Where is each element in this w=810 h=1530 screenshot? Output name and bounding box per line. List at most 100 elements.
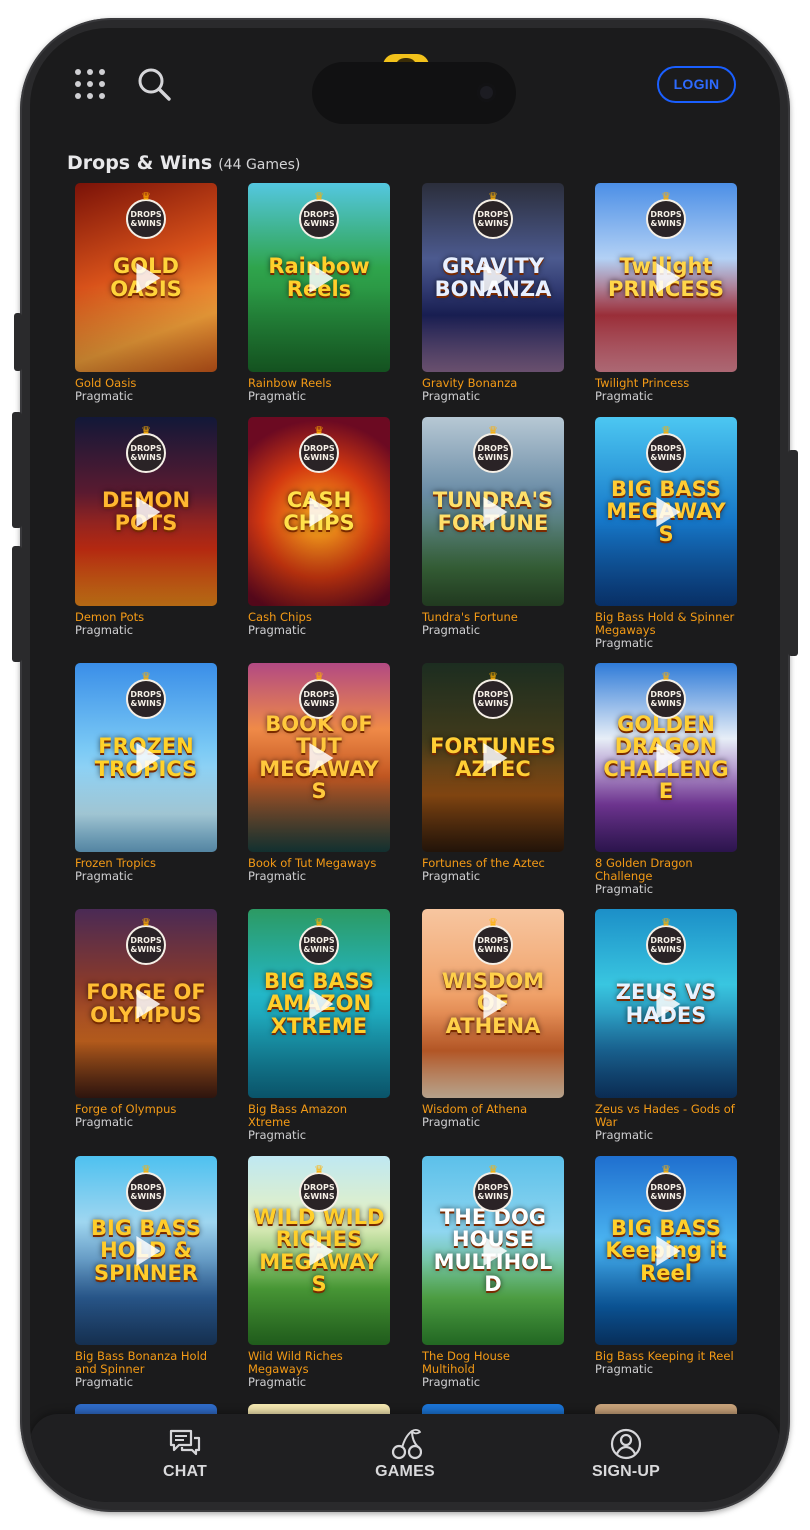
- game-card[interactable]: BOOK OF TUT MEGAWAYSDROPS &WINSBook of T…: [248, 663, 390, 883]
- play-icon[interactable]: [656, 262, 681, 293]
- game-thumbnail[interactable]: GOLDEN DRAGON CHALLENGEDROPS &WINS: [595, 663, 737, 852]
- play-icon[interactable]: [656, 496, 681, 527]
- game-thumbnail[interactable]: THE DOG HOUSE MULTIHOLDDROPS &WINS: [422, 1156, 564, 1345]
- play-icon[interactable]: [136, 1235, 161, 1266]
- bottom-navigation: CHAT GAMES SIGN-UP: [30, 1414, 780, 1502]
- game-provider: Pragmatic: [248, 389, 307, 403]
- game-thumbnail[interactable]: Rainbow ReelsDROPS &WINS: [248, 183, 390, 372]
- game-card[interactable]: THE DOG HOUSE MULTIHOLDDROPS &WINS The Do…: [422, 1156, 564, 1389]
- game-thumbnail[interactable]: GOLD OASISDROPS &WINS: [75, 183, 217, 372]
- game-card[interactable]: BIG BASS MEGAWAYSDROPS &WINS Big Bass Hol…: [595, 417, 737, 650]
- game-provider: Pragmatic: [75, 1115, 134, 1129]
- drops-and-wins-badge-icon: DROPS &WINS: [126, 679, 166, 719]
- game-card[interactable]: Rainbow ReelsDROPS &WINSRainbow ReelsPra…: [248, 183, 390, 403]
- nav-signup-label: SIGN-UP: [591, 1463, 661, 1480]
- game-thumbnail[interactable]: CASH CHIPSDROPS &WINS: [248, 417, 390, 606]
- game-provider: Pragmatic: [248, 869, 307, 883]
- game-provider: Pragmatic: [75, 869, 134, 883]
- game-thumbnail[interactable]: BIG BASS HOLD & SPINNERDROPS &WINS: [75, 1156, 217, 1345]
- play-icon[interactable]: [309, 262, 334, 293]
- game-card[interactable]: ZEUS VS HADESDROPS &WINS Zeus vs Hades - …: [595, 909, 737, 1142]
- game-card[interactable]: BIG BASS AMAZON XTREMEDROPS &WINS Big Bas…: [248, 909, 390, 1142]
- section-game-count: (44 Games): [218, 157, 301, 173]
- grid-menu-icon[interactable]: [74, 68, 106, 100]
- game-card[interactable]: WILD WILD RICHES MEGAWAYSDROPS &WINS Wild…: [248, 1156, 390, 1389]
- game-card[interactable]: FORGE OF OLYMPUSDROPS &WINSForge of Olym…: [75, 909, 217, 1129]
- game-provider: Pragmatic: [422, 389, 481, 403]
- play-icon[interactable]: [136, 742, 161, 773]
- play-icon[interactable]: [136, 496, 161, 527]
- nav-games-label: GAMES: [375, 1463, 435, 1480]
- play-icon[interactable]: [483, 1235, 508, 1266]
- drops-and-wins-badge-icon: DROPS &WINS: [646, 925, 686, 965]
- play-icon[interactable]: [483, 496, 508, 527]
- game-card[interactable]: CASH CHIPSDROPS &WINSCash ChipsPragmatic: [248, 417, 390, 637]
- game-card[interactable]: BIG BASS HOLD & SPINNERDROPS &WINS Big Ba…: [75, 1156, 217, 1389]
- play-icon[interactable]: [136, 262, 161, 293]
- game-provider: Pragmatic: [422, 1375, 481, 1389]
- game-provider: Pragmatic: [422, 869, 481, 883]
- drops-and-wins-badge-icon: DROPS &WINS: [473, 1172, 513, 1212]
- game-name[interactable]: Big Bass Amazon Xtreme: [248, 1103, 390, 1129]
- game-provider: Pragmatic: [595, 389, 654, 403]
- game-thumbnail[interactable]: BIG BASS Keeping it ReelDROPS &WINS: [595, 1156, 737, 1345]
- nav-chat-label: CHAT: [162, 1463, 208, 1480]
- play-icon[interactable]: [483, 742, 508, 773]
- game-thumbnail[interactable]: Twilight PRINCESSDROPS &WINS: [595, 183, 737, 372]
- game-name[interactable]: Big Bass Bonanza Hold and Spinner: [75, 1350, 217, 1376]
- drops-and-wins-badge-icon: DROPS &WINS: [473, 199, 513, 239]
- game-name[interactable]: Wild Wild Riches Megaways: [248, 1350, 390, 1376]
- game-name[interactable]: The Dog House Multihold: [422, 1350, 564, 1376]
- game-provider: Pragmatic: [75, 1375, 134, 1389]
- play-icon[interactable]: [309, 742, 334, 773]
- phone-power-button: [788, 450, 798, 656]
- play-icon[interactable]: [656, 1235, 681, 1266]
- game-thumbnail[interactable]: ZEUS VS HADESDROPS &WINS: [595, 909, 737, 1098]
- game-provider: Pragmatic: [422, 1115, 481, 1129]
- game-card[interactable]: TUNDRA'S FORTUNEDROPS &WINSTundra's Fort…: [422, 417, 564, 637]
- game-name[interactable]: Zeus vs Hades - Gods of War: [595, 1103, 737, 1129]
- play-icon[interactable]: [656, 988, 681, 1019]
- game-provider: Pragmatic: [595, 636, 654, 650]
- game-card[interactable]: Twilight PRINCESSDROPS &WINSTwilight Pri…: [595, 183, 737, 403]
- game-thumbnail[interactable]: BIG BASS MEGAWAYSDROPS &WINS: [595, 417, 737, 606]
- game-card[interactable]: WISDOM OF ATHENADROPS &WINSWisdom of Ath…: [422, 909, 564, 1129]
- drops-and-wins-badge-icon: DROPS &WINS: [299, 1172, 339, 1212]
- nav-games[interactable]: GAMES: [335, 1414, 475, 1502]
- game-name[interactable]: 8 Golden Dragon Challenge: [595, 857, 737, 883]
- play-icon[interactable]: [309, 1235, 334, 1266]
- nav-signup[interactable]: SIGN-UP: [556, 1414, 696, 1502]
- game-thumbnail[interactable]: WISDOM OF ATHENADROPS &WINS: [422, 909, 564, 1098]
- play-icon[interactable]: [309, 496, 334, 527]
- game-card[interactable]: FROZEN TROPICSDROPS &WINSFrozen TropicsP…: [75, 663, 217, 883]
- game-thumbnail[interactable]: FROZEN TROPICSDROPS &WINS: [75, 663, 217, 852]
- game-provider: Pragmatic: [595, 1128, 654, 1142]
- play-icon[interactable]: [483, 988, 508, 1019]
- game-card[interactable]: FORTUNES AZTECDROPS &WINSFortunes of the…: [422, 663, 564, 883]
- nav-chat[interactable]: CHAT: [115, 1414, 255, 1502]
- login-button[interactable]: LOGIN: [657, 66, 736, 103]
- game-thumbnail[interactable]: WILD WILD RICHES MEGAWAYSDROPS &WINS: [248, 1156, 390, 1345]
- game-thumbnail[interactable]: BIG BASS AMAZON XTREMEDROPS &WINS: [248, 909, 390, 1098]
- play-icon[interactable]: [309, 988, 334, 1019]
- game-card[interactable]: GRAVITY BONANZADROPS &WINSGravity Bonanz…: [422, 183, 564, 403]
- game-thumbnail[interactable]: BOOK OF TUT MEGAWAYSDROPS &WINS: [248, 663, 390, 852]
- game-card[interactable]: GOLD OASISDROPS &WINSGold OasisPragmatic: [75, 183, 217, 403]
- drops-and-wins-badge-icon: DROPS &WINS: [299, 433, 339, 473]
- search-icon[interactable]: [136, 66, 172, 102]
- game-card[interactable]: GOLDEN DRAGON CHALLENGEDROPS &WINS 8 Gold…: [595, 663, 737, 896]
- game-name[interactable]: Big Bass Hold & Spinner Megaways: [595, 611, 737, 637]
- game-thumbnail[interactable]: DEMON POTSDROPS &WINS: [75, 417, 217, 606]
- game-provider: Pragmatic: [422, 623, 481, 637]
- play-icon[interactable]: [656, 742, 681, 773]
- game-card[interactable]: BIG BASS Keeping it ReelDROPS &WINSBig B…: [595, 1156, 737, 1376]
- game-thumbnail[interactable]: FORTUNES AZTECDROPS &WINS: [422, 663, 564, 852]
- game-thumbnail[interactable]: FORGE OF OLYMPUSDROPS &WINS: [75, 909, 217, 1098]
- play-icon[interactable]: [483, 262, 508, 293]
- game-thumbnail[interactable]: GRAVITY BONANZADROPS &WINS: [422, 183, 564, 372]
- game-thumbnail[interactable]: TUNDRA'S FORTUNEDROPS &WINS: [422, 417, 564, 606]
- phone-side-button: [14, 313, 22, 371]
- app-screen: LOGIN Drops & Wins (44 Games) GOLD OASISD…: [30, 28, 780, 1502]
- play-icon[interactable]: [136, 988, 161, 1019]
- game-card[interactable]: DEMON POTSDROPS &WINSDemon PotsPragmatic: [75, 417, 217, 637]
